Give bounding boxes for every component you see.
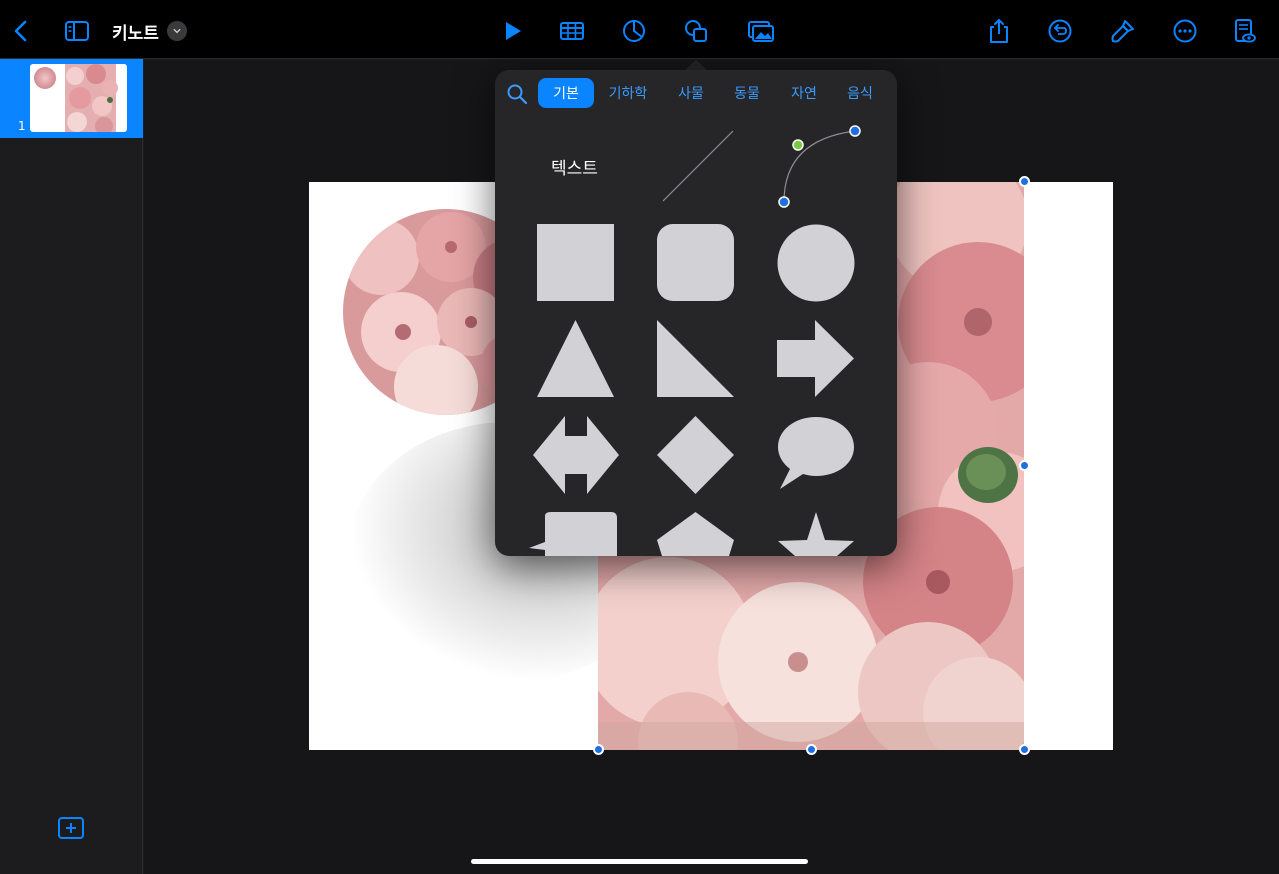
- tab-food[interactable]: 음식: [838, 78, 882, 108]
- circle-shape[interactable]: [777, 224, 855, 302]
- title-menu-chevron-icon[interactable]: [167, 21, 187, 41]
- share-icon[interactable]: [982, 14, 1016, 48]
- table-icon[interactable]: [555, 14, 589, 48]
- media-icon[interactable]: [744, 14, 778, 48]
- tab-nature[interactable]: 자연: [782, 78, 826, 108]
- tab-objects[interactable]: 사물: [669, 78, 713, 108]
- triangle-shape[interactable]: [537, 320, 615, 398]
- double-arrow-shape[interactable]: [533, 416, 619, 494]
- sidebar-toggle-icon[interactable]: [60, 14, 94, 48]
- selection-handle[interactable]: [593, 744, 604, 755]
- slide-thumbnail-selected[interactable]: 1: [0, 59, 143, 138]
- slide-number: 1: [18, 119, 26, 133]
- presenter-view-icon[interactable]: [1227, 14, 1261, 48]
- tab-geometry[interactable]: 기하학: [603, 78, 653, 108]
- undo-icon[interactable]: [1043, 14, 1077, 48]
- add-slide-button[interactable]: [57, 816, 85, 840]
- format-brush-icon[interactable]: [1106, 14, 1140, 48]
- more-icon[interactable]: [1168, 14, 1202, 48]
- shapes-icon[interactable]: [679, 14, 713, 48]
- pentagon-shape[interactable]: [657, 512, 735, 556]
- text-box-option[interactable]: 텍스트: [551, 154, 598, 179]
- star-shape[interactable]: [777, 512, 855, 556]
- square-shape[interactable]: [537, 224, 615, 302]
- document-title[interactable]: 키노트: [112, 19, 159, 44]
- back-icon[interactable]: [4, 14, 38, 48]
- slide-thumbnail-preview: [30, 64, 127, 132]
- line-option[interactable]: [655, 125, 745, 205]
- arrow-right-shape[interactable]: [777, 320, 855, 398]
- callout-rectangle-shape[interactable]: [527, 512, 617, 556]
- selection-handle[interactable]: [1019, 460, 1030, 471]
- tab-basic[interactable]: 기본: [538, 78, 594, 108]
- selection-handle[interactable]: [1019, 176, 1030, 187]
- selection-handle[interactable]: [1019, 744, 1030, 755]
- home-indicator: [471, 859, 808, 864]
- curve-option[interactable]: [775, 120, 875, 210]
- shapes-popover: 기본 기하학 사물 동물 자연 음식 텍스트: [495, 70, 897, 556]
- play-icon[interactable]: [495, 14, 529, 48]
- tab-animals[interactable]: 동물: [725, 78, 769, 108]
- right-triangle-shape[interactable]: [657, 320, 735, 398]
- diamond-shape[interactable]: [657, 416, 735, 494]
- speech-bubble-shape[interactable]: [777, 416, 855, 494]
- rounded-square-shape[interactable]: [657, 224, 735, 302]
- chart-icon[interactable]: [617, 14, 651, 48]
- search-icon[interactable]: [505, 82, 529, 106]
- selection-handle[interactable]: [806, 744, 817, 755]
- slide-navigator: 1: [0, 59, 143, 874]
- toolbar: 키노트: [0, 0, 1279, 59]
